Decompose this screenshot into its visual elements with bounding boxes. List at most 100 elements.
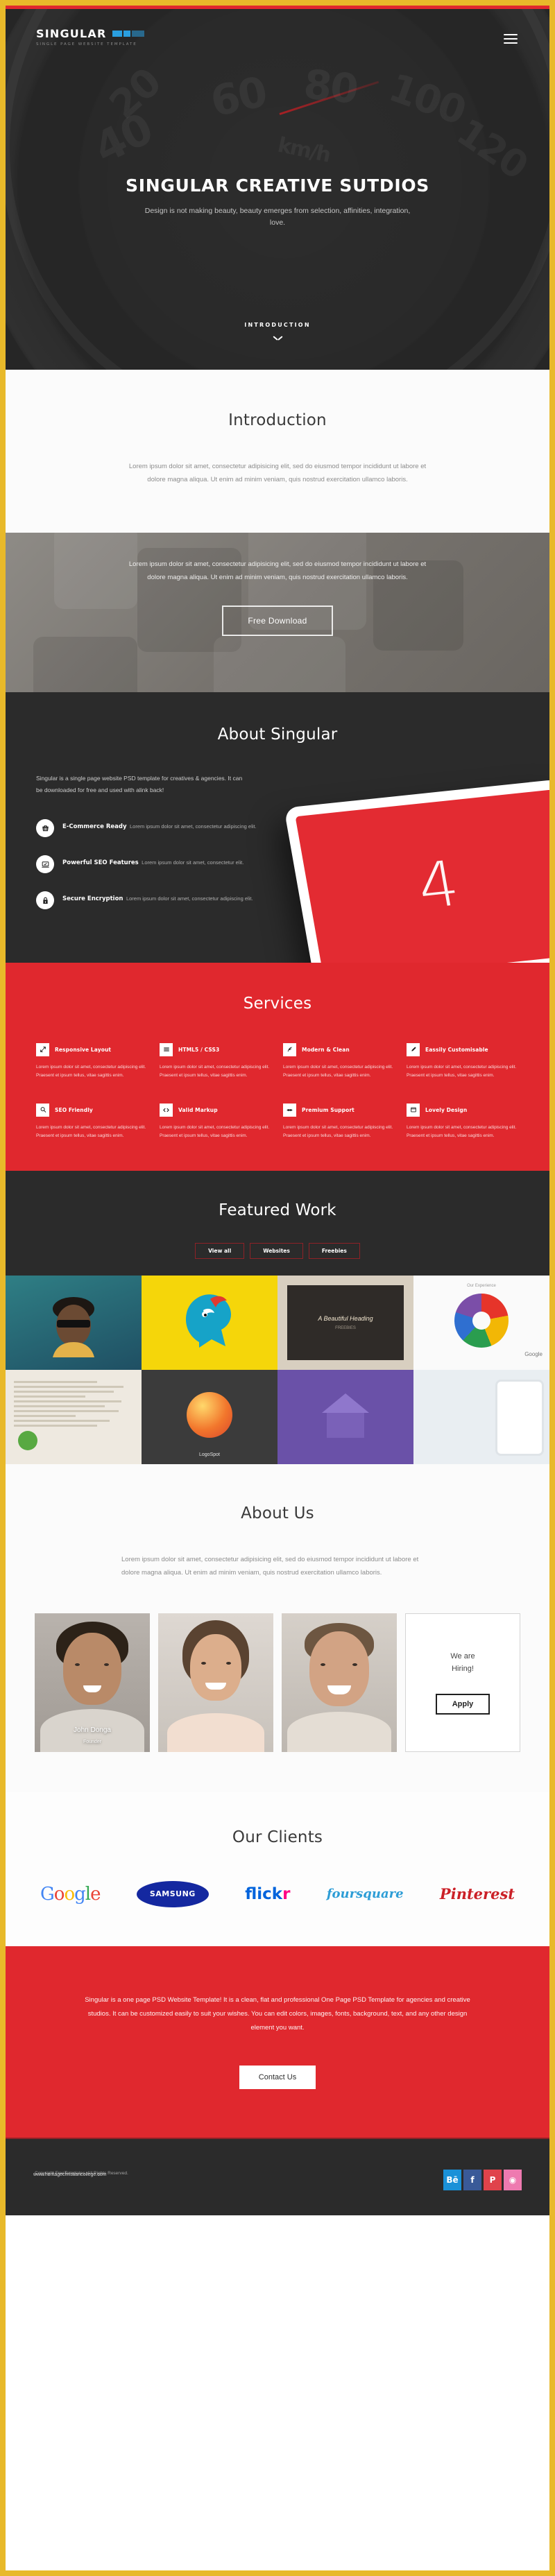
- team-card-member-3[interactable]: [282, 1613, 397, 1752]
- portrait-sunglasses-thumb: [53, 1297, 94, 1357]
- service-title: Modern & Clean: [302, 1046, 350, 1053]
- feature-desc: Lorem ipsum dolor sit amet, consectetur …: [129, 823, 257, 830]
- feature-title: Powerful SEO Features: [62, 859, 139, 867]
- work-tile-caption: LogoSpot: [199, 1452, 220, 1457]
- work-tile-dragon-illustration[interactable]: [142, 1276, 278, 1370]
- client-logo-row: Google SAMSUNG flickr foursquare Pintere…: [6, 1880, 549, 1907]
- code-brackets-icon: [160, 1103, 173, 1117]
- pinterest-icon[interactable]: P: [484, 2169, 502, 2190]
- pie-chart-icon: [454, 1294, 509, 1348]
- feature-desc: Lorem ipsum dolor sit amet, consectetur …: [142, 859, 244, 866]
- pinterest-logo[interactable]: Pinterest: [440, 1885, 515, 1903]
- introduction-anchor-label[interactable]: INTRODUCTION: [6, 322, 549, 328]
- seo-badge-icon: [18, 1431, 37, 1450]
- team-card-john-donga[interactable]: John Donga Founder: [35, 1613, 150, 1752]
- foursquare-logo[interactable]: foursquare: [327, 1887, 404, 1901]
- feature-desc: Lorem ipsum dolor sit amet, consectetur …: [126, 895, 253, 902]
- hiring-line-2: Hiring!: [452, 1664, 474, 1673]
- service-desc: Lorem ipsum dolor sit amet, consectetur …: [160, 1124, 270, 1138]
- work-tile-tablet-ui[interactable]: [413, 1370, 549, 1464]
- work-tile-pie-chart[interactable]: Our Experience Google: [413, 1276, 549, 1370]
- dribbble-icon[interactable]: ◉: [504, 2169, 522, 2190]
- team-row: John Donga Founder We are Hiring! Apply: [6, 1613, 549, 1752]
- filter-view-all[interactable]: View all: [195, 1243, 245, 1259]
- apply-button[interactable]: Apply: [435, 1693, 490, 1715]
- service-card-premium-support: Premium Support Lorem ipsum dolor sit am…: [283, 1103, 395, 1140]
- work-tile-portrait-sunglasses[interactable]: [6, 1276, 142, 1370]
- filter-websites[interactable]: Websites: [250, 1243, 303, 1259]
- tablet-glyph: 4: [412, 847, 465, 924]
- footer-watermark: www.heritagechristiancollege.com: [33, 2172, 107, 2177]
- feather-icon: [283, 1042, 296, 1056]
- flickr-logo[interactable]: flickr: [245, 1885, 290, 1903]
- work-tile-logo-spot[interactable]: LogoSpot: [142, 1370, 278, 1464]
- work-grid: A Beautiful Heading FREEBIES Our Experie…: [6, 1276, 549, 1464]
- avatar-face: [190, 1633, 241, 1701]
- work-tile-title: A Beautiful Heading: [318, 1315, 373, 1322]
- feature-title: E-Commerce Ready: [62, 823, 127, 831]
- hiring-line-1: We are: [450, 1652, 475, 1661]
- tablet-mockup: 4: [284, 779, 549, 963]
- feature-title: Secure Encryption: [62, 895, 123, 903]
- hamburger-menu-icon[interactable]: [504, 34, 518, 46]
- footer-copyright-block: Copyright FreeTemplates. All Rights Rese…: [33, 2171, 128, 2177]
- chevron-down-icon[interactable]: [273, 336, 282, 341]
- avatar-torso: [287, 1711, 391, 1752]
- google-logo[interactable]: Google: [40, 1884, 101, 1905]
- hero-scroll-cue[interactable]: INTRODUCTION: [6, 322, 549, 341]
- avatar-face: [63, 1632, 121, 1705]
- site-footer: Copyright FreeTemplates. All Rights Rese…: [6, 2137, 549, 2215]
- list-lines-icon: [160, 1042, 173, 1056]
- work-tile-purple-houses[interactable]: [278, 1370, 413, 1464]
- avatar-eye-right: [352, 1663, 357, 1666]
- service-title: SEO Friendly: [55, 1106, 93, 1113]
- logo-text: SINGULAR: [36, 27, 107, 40]
- free-download-button[interactable]: Free Download: [222, 605, 333, 636]
- hiring-card: We are Hiring! Apply: [405, 1613, 521, 1752]
- filter-freebies[interactable]: Freebies: [308, 1243, 360, 1259]
- introduction-section: Introduction Lorem ipsum dolor sit amet,…: [6, 370, 549, 533]
- service-card-valid-markup: Valid Markup Lorem ipsum dolor sit amet,…: [160, 1103, 272, 1140]
- page-canvas: 20 40 60 80 100 120 km/h SINGULAR SINGLE…: [6, 6, 549, 2570]
- service-title: Valid Markup: [178, 1106, 218, 1113]
- decor-shape-6: [33, 636, 137, 692]
- avatar-eye-left: [201, 1661, 206, 1665]
- logo-tagline: SINGLE PAGE WEBSITE TEMPLATE: [36, 42, 137, 46]
- document-lines-icon: [14, 1381, 133, 1429]
- cta-body: Singular is a one page PSD Website Templ…: [85, 1995, 470, 2032]
- house-roof-icon: [322, 1393, 369, 1413]
- logo-bars-icon: [112, 31, 144, 37]
- shopping-basket-icon: [36, 819, 54, 838]
- service-card-seo-friendly: SEO Friendly Lorem ipsum dolor sit amet,…: [36, 1103, 148, 1140]
- avatar-eye-left: [321, 1663, 325, 1666]
- clients-section: Our Clients Google SAMSUNG flickr foursq…: [6, 1792, 549, 1946]
- lifebuoy-icon: [283, 1103, 296, 1117]
- service-desc: Lorem ipsum dolor sit amet, consectetur …: [283, 1124, 393, 1138]
- introduction-heading: Introduction: [228, 411, 327, 429]
- about-us-section: About Us Lorem ipsum dolor sit amet, con…: [6, 1464, 549, 1792]
- site-logo[interactable]: SINGULAR SINGLE PAGE WEBSITE TEMPLATE: [36, 27, 144, 46]
- hero-section: 20 40 60 80 100 120 km/h SINGULAR SINGLE…: [6, 9, 549, 370]
- work-tile-beautiful-heading[interactable]: A Beautiful Heading FREEBIES: [278, 1276, 413, 1370]
- team-card-member-2[interactable]: [158, 1613, 273, 1752]
- featured-work-heading: Featured Work: [219, 1201, 336, 1219]
- behance-icon[interactable]: Bē: [443, 2169, 461, 2190]
- dragon-illustration-thumb: [185, 1294, 231, 1348]
- hero-copy: SINGULAR CREATIVE SUTDIOS Design is not …: [6, 175, 549, 230]
- work-tile-seo-document[interactable]: [6, 1370, 142, 1464]
- avatar-eye-right: [226, 1661, 231, 1665]
- team-member-role: Founder: [83, 1739, 102, 1744]
- contact-us-button[interactable]: Contact Us: [239, 2065, 316, 2089]
- decor-shape-5: [214, 636, 345, 692]
- samsung-logo[interactable]: SAMSUNG: [136, 1880, 209, 1907]
- facebook-icon[interactable]: f: [463, 2169, 481, 2190]
- service-desc: Lorem ipsum dolor sit amet, consectetur …: [283, 1064, 393, 1078]
- service-desc: Lorem ipsum dolor sit amet, consectetur …: [160, 1064, 270, 1078]
- services-heading: Services: [243, 994, 312, 1013]
- featured-work-section: Featured Work View all Websites Freebies: [6, 1171, 549, 1464]
- service-title: HTML5 / CSS3: [178, 1046, 220, 1053]
- hero-title: SINGULAR CREATIVE SUTDIOS: [125, 175, 430, 196]
- avatar-eye-right: [104, 1663, 109, 1666]
- work-tile-chart-label: Our Experience: [467, 1284, 496, 1288]
- hiring-title: We are Hiring!: [450, 1651, 475, 1675]
